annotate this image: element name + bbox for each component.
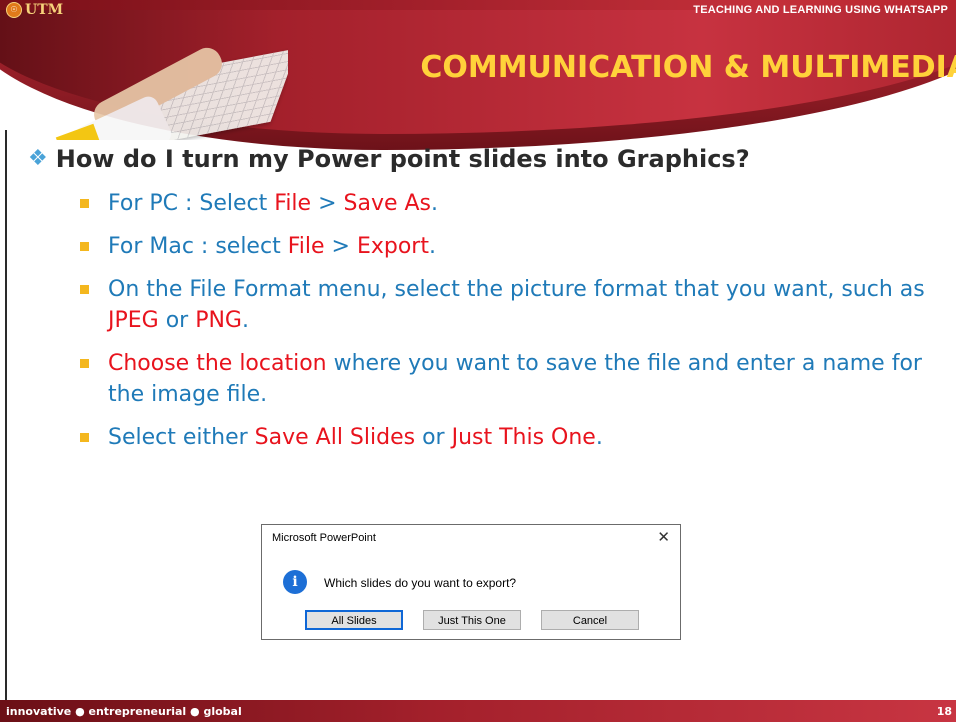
close-icon[interactable]: ✕ [657,528,670,546]
export-dialog: Microsoft PowerPoint ✕ i Which slides do… [261,524,681,640]
logo-text: UTM [25,2,64,18]
pencil-graphic [55,123,101,140]
list-item: On the File Format menu, select the pict… [78,274,938,336]
footer-tagline: innovative ● entrepreneurial ● global [6,705,242,718]
header-photo [18,30,288,140]
square-bullet-icon [80,242,89,251]
all-slides-button[interactable]: All Slides [305,610,403,630]
list-item: For PC : Select File > Save As. [78,188,938,219]
top-title: TEACHING AND LEARNING USING WHATSAPP [693,4,948,16]
list-item: Select either Save All Slides or Just Th… [78,422,938,453]
square-bullet-icon [80,285,89,294]
question: ❖ How do I turn my Power point slides in… [28,145,750,173]
slide-title: COMMUNICATION & MULTIMEDIA [420,50,956,85]
square-bullet-icon [80,433,89,442]
square-bullet-icon [80,199,89,208]
left-border [5,130,7,700]
utm-logo: ☉ UTM [6,2,63,18]
dialog-message: Which slides do you want to export? [324,576,517,590]
cancel-button[interactable]: Cancel [541,610,639,630]
info-icon: i [283,570,307,594]
diamond-bullet-icon: ❖ [28,146,48,171]
question-text: How do I turn my Power point slides into… [55,145,750,173]
utm-seal-icon: ☉ [6,2,22,18]
steps-list: For PC : Select File > Save As. For Mac … [78,188,938,465]
just-this-one-button[interactable]: Just This One [423,610,521,630]
list-item: Choose the location where you want to sa… [78,348,938,410]
list-item: For Mac : select File > Export. [78,231,938,262]
page-number: 18 [936,705,952,718]
square-bullet-icon [80,359,89,368]
slide: ☉ UTM TEACHING AND LEARNING USING WHATSA… [0,0,956,722]
dialog-title: Microsoft PowerPoint [272,532,376,544]
footer-bar: innovative ● entrepreneurial ● global 18 [0,700,956,722]
